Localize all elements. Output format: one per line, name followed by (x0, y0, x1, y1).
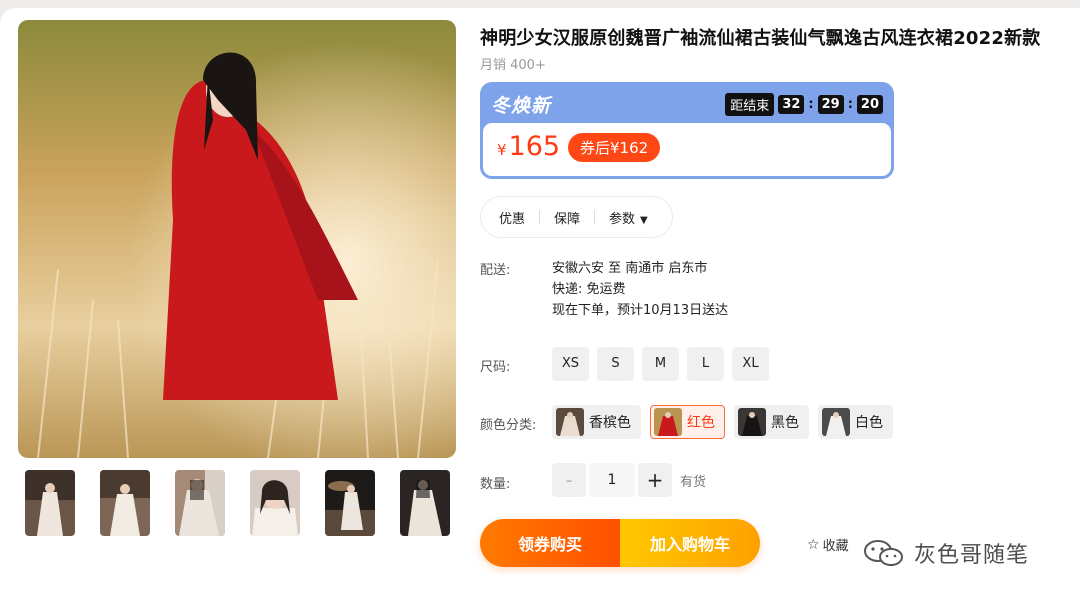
color-option-label: 黑色 (771, 415, 799, 431)
color-label: 颜色分类: (480, 418, 537, 433)
thumbnail-5-graphic (325, 470, 375, 536)
color-swatch-graphic (654, 408, 682, 436)
color-swatch-image (556, 408, 584, 436)
size-label: 尺码: (480, 360, 511, 375)
color-options: 香槟色 红色 黑色 白色 (552, 405, 893, 439)
color-swatch-image (738, 408, 766, 436)
quantity-stepper: - 1 + 有货 (552, 463, 706, 497)
tab-divider (594, 210, 596, 224)
color-option-champagne[interactable]: 香槟色 (552, 405, 641, 439)
star-icon: ☆ (807, 536, 820, 553)
monthly-sales: 月销 400+ (480, 58, 546, 73)
color-option-label: 白色 (855, 415, 883, 431)
color-option-black[interactable]: 黑色 (734, 405, 809, 439)
color-swatch-graphic (738, 408, 766, 436)
main-photo-graphic (18, 20, 456, 458)
chevron-down-icon: ▼ (640, 214, 648, 226)
buy-with-coupon-button[interactable]: 领券购买 (480, 519, 620, 567)
thumbnail-2[interactable] (100, 470, 150, 536)
shipping-express: 快递: 免运费 (552, 282, 626, 297)
quantity-increase-button[interactable]: + (638, 463, 672, 497)
watermark: 灰色哥随笔 (862, 537, 1029, 569)
tab-params-label: 参数 (609, 211, 636, 227)
coupon-price-badge[interactable]: 券后¥162 (568, 133, 661, 162)
tab-guarantee[interactable]: 保障 (554, 208, 580, 227)
color-option-label: 香槟色 (589, 415, 631, 431)
price-value: 165 (508, 131, 561, 162)
price: ¥ 165 (497, 131, 560, 162)
countdown-hours: 32 (778, 95, 805, 114)
tab-params[interactable]: 参数 ▼ (609, 208, 648, 227)
color-swatch-image (654, 408, 682, 436)
main-product-image[interactable] (18, 20, 456, 458)
countdown-separator: : (847, 97, 853, 112)
favorite-label: 收藏 (822, 539, 849, 554)
shipping-route[interactable]: 安徽六安 至 南通市 启东市 (552, 258, 728, 279)
promo-header: 冬焕新 距结束 32 : 29 : 20 (483, 85, 891, 123)
purchase-actions: 领券购买 加入购物车 (480, 519, 760, 567)
currency-symbol: ¥ (497, 141, 507, 159)
color-swatch-graphic (556, 408, 584, 436)
stock-status: 有货 (680, 474, 707, 490)
add-to-cart-button[interactable]: 加入购物车 (620, 519, 760, 567)
countdown-minutes: 29 (817, 95, 844, 114)
quantity-decrease-button[interactable]: - (552, 463, 586, 497)
color-swatch-image (822, 408, 850, 436)
thumbnail-3[interactable] (175, 470, 225, 536)
favorite-button[interactable]: ☆ 收藏 (807, 535, 849, 555)
tab-discount[interactable]: 优惠 (499, 208, 525, 227)
thumbnail-4[interactable] (250, 470, 300, 536)
info-tabs: 优惠 保障 参数 ▼ (480, 196, 673, 238)
shipping-info: 安徽六安 至 南通市 启东市 快递: 免运费 现在下单，预计10月13日送达 (552, 258, 728, 321)
watermark-text: 灰色哥随笔 (914, 543, 1030, 568)
thumbnail-5[interactable] (325, 470, 375, 536)
size-option-xl[interactable]: XL (732, 347, 769, 381)
countdown-seconds: 20 (856, 95, 883, 114)
thumbnail-4-graphic (250, 470, 300, 536)
color-option-red[interactable]: 红色 (650, 405, 725, 439)
quantity-input[interactable]: 1 (589, 463, 635, 497)
tab-divider (539, 210, 541, 224)
thumbnail-1[interactable] (25, 470, 75, 536)
color-option-label: 红色 (687, 415, 715, 431)
wechat-icon (864, 540, 903, 566)
thumbnail-6[interactable] (400, 470, 450, 536)
quantity-label: 数量: (480, 477, 511, 492)
size-option-xs[interactable]: XS (552, 347, 589, 381)
price-box: ¥ 165 券后¥162 (483, 123, 891, 176)
thumbnail-2-graphic (100, 470, 150, 536)
size-option-s[interactable]: S (597, 347, 634, 381)
size-options: XS S M L XL (552, 347, 769, 381)
thumbnail-6-graphic (400, 470, 450, 536)
thumbnail-1-graphic (25, 470, 75, 536)
shipping-eta: 现在下单，预计10月13日送达 (552, 303, 729, 318)
product-title: 神明少女汉服原创魏晋广袖流仙裙古装仙气飘逸古风连衣裙2022新款 (480, 28, 1041, 49)
countdown-label: 距结束 (725, 93, 775, 116)
color-option-white[interactable]: 白色 (818, 405, 893, 439)
thumbnail-3-graphic (175, 470, 225, 536)
countdown-timer: 距结束 32 : 29 : 20 (725, 93, 883, 116)
color-swatch-graphic (822, 408, 850, 436)
countdown-separator: : (808, 97, 814, 112)
size-option-m[interactable]: M (642, 347, 679, 381)
promo-panel: 冬焕新 距结束 32 : 29 : 20 ¥ 165 券后¥162 (480, 82, 894, 179)
shipping-label: 配送: (480, 263, 511, 278)
size-option-l[interactable]: L (687, 347, 724, 381)
thumbnail-strip (25, 470, 455, 538)
promo-brand: 冬焕新 (491, 95, 552, 117)
